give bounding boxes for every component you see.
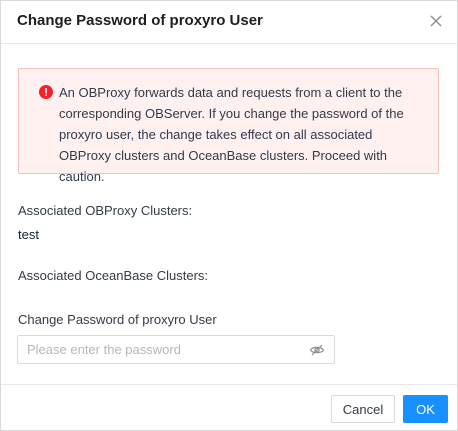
- change-password-dialog: Change Password of proxyro User An OBPro…: [0, 0, 458, 431]
- associated-oceanbase-label: Associated OceanBase Clusters:: [18, 268, 209, 283]
- associated-obproxy-label: Associated OBProxy Clusters:: [18, 203, 193, 218]
- close-icon[interactable]: [427, 12, 445, 30]
- password-input[interactable]: [18, 336, 298, 363]
- alert-message: An OBProxy forwards data and requests fr…: [59, 85, 404, 184]
- ok-button[interactable]: OK: [403, 395, 448, 423]
- dialog-footer: Cancel OK: [1, 384, 457, 431]
- dialog-title: Change Password of proxyro User: [17, 12, 263, 29]
- error-circle-icon: [39, 85, 53, 99]
- dialog-header: Change Password of proxyro User: [1, 1, 457, 44]
- password-field: [17, 335, 335, 364]
- cancel-button[interactable]: Cancel: [331, 395, 395, 423]
- eye-invisible-icon[interactable]: [309, 342, 325, 358]
- warning-alert: An OBProxy forwards data and requests fr…: [18, 68, 439, 184]
- associated-obproxy-value: test: [18, 227, 39, 242]
- password-label: Change Password of proxyro User: [18, 312, 217, 327]
